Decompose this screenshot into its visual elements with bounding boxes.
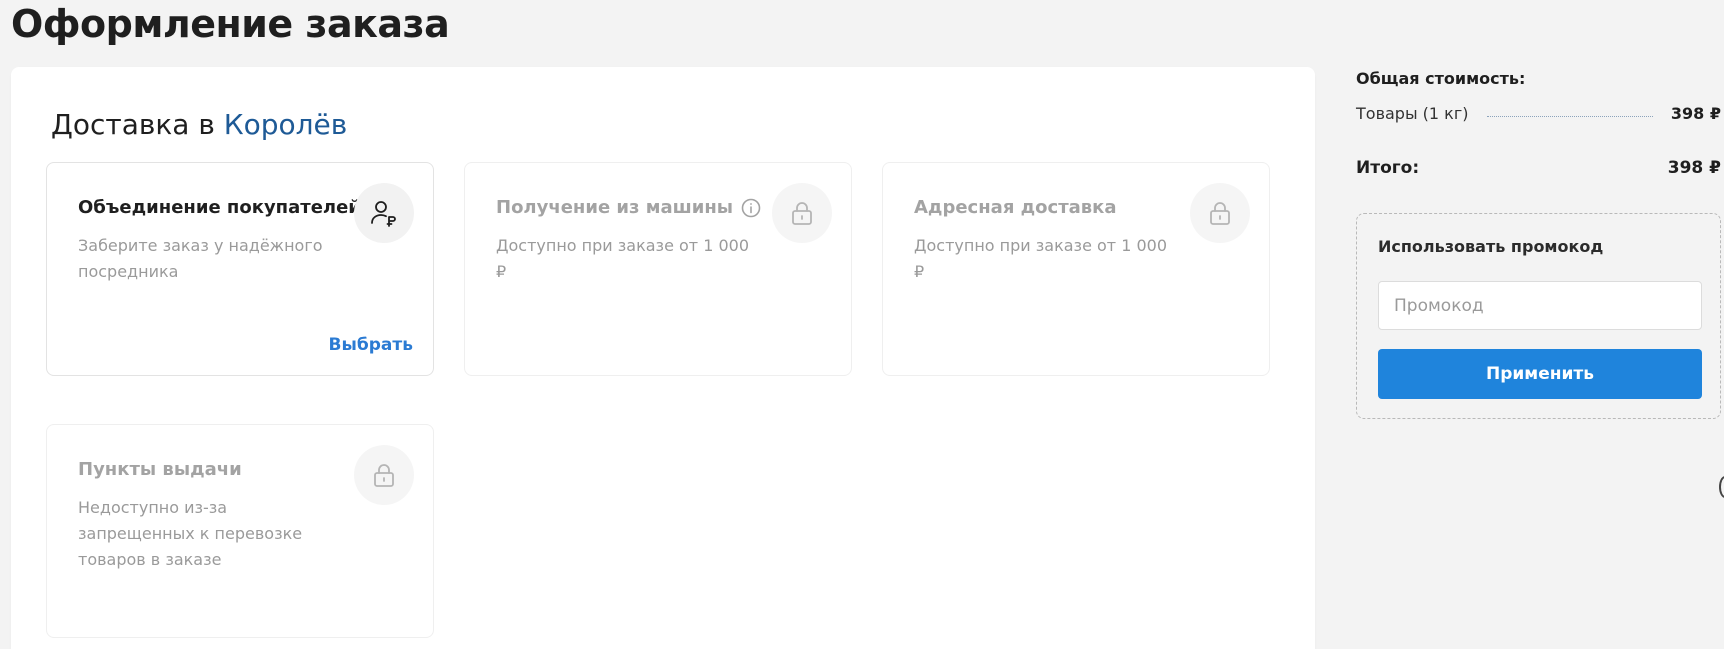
partial-widget-edge[interactable] <box>1719 476 1724 498</box>
total-amount: 398 ₽ <box>1667 158 1721 178</box>
delivery-card: Доставка в Королёв Объединение покупател… <box>11 67 1315 649</box>
goods-label: Товары (1 кг) <box>1356 104 1469 123</box>
lock-icon <box>1190 183 1250 243</box>
apply-promo-button[interactable]: Применить <box>1378 349 1702 399</box>
lock-icon <box>772 183 832 243</box>
option-title: Пункты выдачи <box>78 459 242 480</box>
promo-code-box: Использовать промокод Применить <box>1356 213 1721 419</box>
total-cost-label: Общая стоимость: <box>1356 69 1526 88</box>
delivery-heading-prefix: Доставка в <box>51 108 224 141</box>
city-selector-link[interactable]: Королёв <box>224 108 348 141</box>
goods-row: Товары (1 кг) 398 ₽ <box>1356 104 1721 123</box>
option-description: Недоступно из-за запрещенных к перевозке… <box>78 498 303 569</box>
delivery-option-buyers-union[interactable]: Объединение покупателей Заберите заказ у… <box>46 162 434 376</box>
leader-dots <box>1486 116 1653 117</box>
delivery-option-from-vehicle: Получение из машины Доступно при заказе … <box>464 162 852 376</box>
total-row: Итого: 398 ₽ <box>1356 158 1721 178</box>
option-description: Доступно при заказе от 1 000 ₽ <box>914 236 1167 281</box>
option-title-wrapper: Получение из машины <box>496 197 761 218</box>
lock-icon <box>354 445 414 505</box>
option-title: Адресная доставка <box>914 197 1117 218</box>
delivery-option-address: Адресная доставка Доступно при заказе от… <box>882 162 1270 376</box>
page-title: Оформление заказа <box>11 2 450 46</box>
delivery-heading: Доставка в Королёв <box>51 108 347 141</box>
promo-label: Использовать промокод <box>1378 237 1604 256</box>
user-ruble-icon <box>354 183 414 243</box>
option-title: Объединение покупателей <box>78 197 361 218</box>
choose-option-button[interactable]: Выбрать <box>329 335 413 355</box>
goods-amount: 398 ₽ <box>1670 104 1721 123</box>
promo-code-input[interactable] <box>1378 281 1702 330</box>
info-icon[interactable] <box>741 198 761 218</box>
total-label: Итого: <box>1356 158 1420 178</box>
delivery-option-pickup-points: Пункты выдачи Недоступно из-за запрещенн… <box>46 424 434 638</box>
option-title: Получение из машины <box>496 197 734 218</box>
option-description: Доступно при заказе от 1 000 ₽ <box>496 236 749 281</box>
option-description: Заберите заказ у надёжного посредника <box>78 236 323 281</box>
